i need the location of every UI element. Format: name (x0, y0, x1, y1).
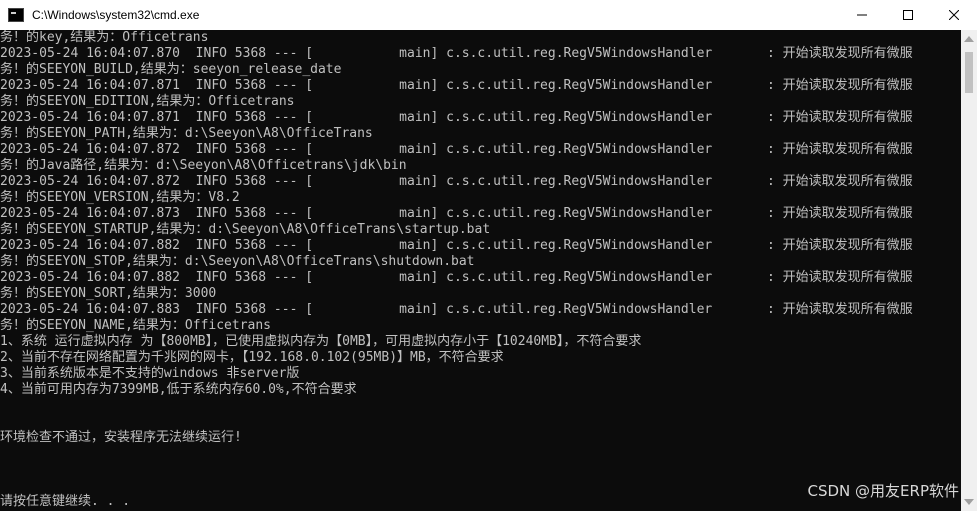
console-line: 2023-05-24 16:04:07.872 INFO 5368 --- [ … (0, 142, 913, 157)
close-icon (949, 10, 959, 20)
vertical-scrollbar[interactable] (961, 30, 977, 511)
window-title: C:\Windows\system32\cmd.exe (32, 8, 200, 22)
console-line: 务！的SEEYON_STOP,结果为：d:\Seeyon\A8\OfficeTr… (0, 254, 475, 269)
console-line: 环境检查不通过，安装程序无法继续运行! (0, 430, 242, 445)
console-line: 2、当前不存在网络配置为千兆网的网卡，【192.168.0.102(95MB)】… (0, 350, 504, 365)
csdn-watermark: CSDN @用友ERP软件 (807, 482, 959, 500)
console-line: 1、系统 运行虚拟内存 为【800MB】，已使用虚拟内存为【0MB】，可用虚拟内… (0, 334, 642, 349)
console-line: 务！的SEEYON_VERSION,结果为：V8.2 (0, 190, 240, 205)
scrollbar-thumb[interactable] (965, 52, 973, 93)
console-line: 务！的key,结果为：Officetrans (0, 30, 209, 45)
console-line: 务！的SEEYON_SORT,结果为：3000 (0, 286, 217, 301)
console-line: 2023-05-24 16:04:07.882 INFO 5368 --- [ … (0, 238, 913, 253)
console-output[interactable]: 务！的key,结果为：Officetrans 2023-05-24 16:04:0… (0, 30, 961, 511)
console-line: 2023-05-24 16:04:07.873 INFO 5368 --- [ … (0, 206, 913, 221)
console-line: 2023-05-24 16:04:07.882 INFO 5368 --- [ … (0, 270, 913, 285)
console-line: 务！的SEEYON_STARTUP,结果为：d:\Seeyon\A8\Offic… (0, 222, 491, 237)
close-button[interactable] (931, 0, 977, 30)
console-line: 务！的SEEYON_EDITION,结果为：Officetrans (0, 94, 295, 109)
scroll-down-arrow-icon[interactable] (964, 499, 974, 505)
console-line: 务！的SEEYON_NAME,结果为：Officetrans (0, 318, 272, 333)
console-line: 务！的SEEYON_PATH,结果为：d:\Seeyon\A8\OfficeTr… (0, 126, 373, 141)
window-controls (839, 0, 977, 30)
console-line: 2023-05-24 16:04:07.870 INFO 5368 --- [ … (0, 46, 913, 61)
maximize-button[interactable] (885, 0, 931, 30)
cmd-window: C:\Windows\system32\cmd.exe 务！的key,结果为：O… (0, 0, 977, 511)
console-line: 3、当前系统版本是不支持的windows 非server版 (0, 366, 300, 381)
minimize-icon (857, 14, 867, 16)
title-bar[interactable]: C:\Windows\system32\cmd.exe (0, 0, 977, 30)
minimize-button[interactable] (839, 0, 885, 30)
console-line: 务！的Java路径,结果为：d:\Seeyon\A8\Officetrans\j… (0, 158, 407, 173)
console-line: 2023-05-24 16:04:07.872 INFO 5368 --- [ … (0, 174, 913, 189)
console-line: 2023-05-24 16:04:07.871 INFO 5368 --- [ … (0, 110, 913, 125)
scroll-up-arrow-icon[interactable] (964, 36, 974, 42)
console-line: 务！的SEEYON_BUILD,结果为：seeyon_release_date (0, 62, 342, 77)
console-line: 4、当前可用内存为7399MB,低于系统内存60.0%,不符合要求 (0, 382, 357, 397)
cmd-app-icon (8, 8, 24, 22)
console-line: 请按任意键继续. . . (0, 494, 131, 509)
maximize-icon (903, 10, 913, 20)
console-line: 2023-05-24 16:04:07.871 INFO 5368 --- [ … (0, 78, 913, 93)
console-line: 2023-05-24 16:04:07.883 INFO 5368 --- [ … (0, 302, 913, 317)
